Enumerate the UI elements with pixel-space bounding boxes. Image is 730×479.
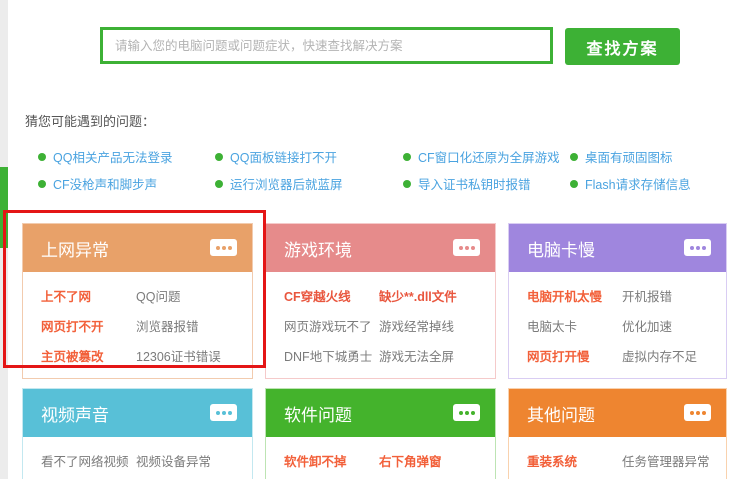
card-item-link[interactable]: 软件卸不掉: [284, 447, 379, 477]
card-item-link[interactable]: 网页打不开: [41, 312, 136, 342]
bullet-icon: [38, 180, 46, 188]
suggest-link-qq-panel[interactable]: QQ面板链接打不开: [215, 147, 337, 166]
card-item-link[interactable]: 视频设备异常: [136, 447, 252, 477]
card-item-link[interactable]: 重装系统: [527, 447, 622, 477]
bullet-icon: [570, 180, 578, 188]
card-title: 游戏环境: [284, 236, 352, 261]
more-ellipsis-icon[interactable]: [684, 239, 711, 256]
card-item-link[interactable]: 任务管理器异常: [622, 447, 726, 477]
card-item-link[interactable]: CF穿越火线: [284, 282, 379, 312]
bullet-icon: [403, 180, 411, 188]
card-header[interactable]: 电脑卡慢: [509, 224, 726, 272]
card-item-list: CF穿越火线 缺少**.dll文件 网页游戏玩不了 游戏经常掉线 DNF地下城勇…: [266, 272, 495, 372]
problem-search-input[interactable]: [100, 27, 553, 64]
card-item-link[interactable]: 优化加速: [622, 312, 726, 342]
card-header[interactable]: 上网异常: [23, 224, 252, 272]
more-ellipsis-icon[interactable]: [453, 239, 480, 256]
suggest-link-label: 运行浏览器后就蓝屏: [230, 174, 343, 193]
card-item-link[interactable]: 游戏经常掉线: [379, 312, 495, 342]
card-header[interactable]: 游戏环境: [266, 224, 495, 272]
card-item-link[interactable]: 主页被篡改: [41, 342, 136, 372]
card-video-audio: 视频声音 看不了网络视频 视频设备异常: [22, 388, 253, 479]
card-item-link[interactable]: 电脑开机太慢: [527, 282, 622, 312]
more-ellipsis-icon[interactable]: [210, 239, 237, 256]
card-item-link[interactable]: 12306证书错误: [136, 342, 252, 372]
bullet-icon: [570, 153, 578, 161]
card-item-list: 看不了网络视频 视频设备异常: [23, 437, 252, 477]
suggest-link-desktop-icon[interactable]: 桌面有顽固图标: [570, 147, 673, 166]
card-title: 电脑卡慢: [527, 236, 595, 261]
card-internet-abnormal: 上网异常 上不了网 QQ问题 网页打不开 浏览器报错 主页被篡改 12306证书…: [22, 223, 253, 379]
suggest-link-label: QQ相关产品无法登录: [53, 147, 172, 166]
suggest-link-label: CF没枪声和脚步声: [53, 174, 157, 193]
suggest-link-label: CF窗口化还原为全屏游戏: [418, 147, 560, 166]
card-item-link[interactable]: 右下角弹窗: [379, 447, 495, 477]
card-item-link[interactable]: 上不了网: [41, 282, 136, 312]
card-item-link[interactable]: 电脑太卡: [527, 312, 622, 342]
suggest-link-cf-window[interactable]: CF窗口化还原为全屏游戏: [403, 147, 560, 166]
card-header[interactable]: 其他问题: [509, 389, 726, 437]
card-item-link[interactable]: 开机报错: [622, 282, 726, 312]
suggest-link-cf-sound[interactable]: CF没枪声和脚步声: [38, 174, 157, 193]
card-item-list: 电脑开机太慢 开机报错 电脑太卡 优化加速 网页打开慢 虚拟内存不足: [509, 272, 726, 372]
card-item-link[interactable]: QQ问题: [136, 282, 252, 312]
suggest-link-label: Flash请求存储信息: [585, 174, 691, 193]
card-item-link[interactable]: 缺少**.dll文件: [379, 282, 495, 312]
bullet-icon: [38, 153, 46, 161]
card-item-link[interactable]: 虚拟内存不足: [622, 342, 726, 372]
suggest-link-flash-storage[interactable]: Flash请求存储信息: [570, 174, 691, 193]
suggest-link-browser-bluescreen[interactable]: 运行浏览器后就蓝屏: [215, 174, 343, 193]
bullet-icon: [215, 153, 223, 161]
card-title: 上网异常: [41, 236, 109, 261]
card-item-list: 重装系统 任务管理器异常: [509, 437, 726, 477]
suggest-link-qq-login[interactable]: QQ相关产品无法登录: [38, 147, 172, 166]
suggest-link-label: 桌面有顽固图标: [585, 147, 673, 166]
card-header[interactable]: 软件问题: [266, 389, 495, 437]
find-solution-button[interactable]: 查找方案: [565, 28, 680, 65]
card-item-list: 上不了网 QQ问题 网页打不开 浏览器报错 主页被篡改 12306证书错误: [23, 272, 252, 372]
card-header[interactable]: 视频声音: [23, 389, 252, 437]
suggest-link-label: QQ面板链接打不开: [230, 147, 337, 166]
card-item-list: 软件卸不掉 右下角弹窗: [266, 437, 495, 477]
card-computer-slow: 电脑卡慢 电脑开机太慢 开机报错 电脑太卡 优化加速 网页打开慢 虚拟内存不足: [508, 223, 727, 379]
left-edge-green-indicator: [0, 167, 8, 248]
card-item-link[interactable]: 看不了网络视频: [41, 447, 136, 477]
card-game-environment: 游戏环境 CF穿越火线 缺少**.dll文件 网页游戏玩不了 游戏经常掉线 DN…: [265, 223, 496, 379]
suggested-problems-title: 猜您可能遇到的问题：: [25, 111, 155, 130]
help-page: 查找方案 猜您可能遇到的问题： QQ相关产品无法登录 QQ面板链接打不开 CF窗…: [0, 0, 730, 479]
bullet-icon: [403, 153, 411, 161]
bullet-icon: [215, 180, 223, 188]
suggest-link-cert-import[interactable]: 导入证书私钥时报错: [403, 174, 531, 193]
card-item-link[interactable]: 网页游戏玩不了: [284, 312, 379, 342]
more-ellipsis-icon[interactable]: [210, 404, 237, 421]
card-software-issues: 软件问题 软件卸不掉 右下角弹窗: [265, 388, 496, 479]
card-item-link[interactable]: 游戏无法全屏: [379, 342, 495, 372]
card-title: 其他问题: [527, 401, 595, 426]
more-ellipsis-icon[interactable]: [453, 404, 480, 421]
card-item-link[interactable]: 网页打开慢: [527, 342, 622, 372]
more-ellipsis-icon[interactable]: [684, 404, 711, 421]
card-item-link[interactable]: DNF地下城勇士: [284, 342, 379, 372]
suggest-link-label: 导入证书私钥时报错: [418, 174, 531, 193]
card-item-link[interactable]: 浏览器报错: [136, 312, 252, 342]
card-other-issues: 其他问题 重装系统 任务管理器异常: [508, 388, 727, 479]
card-title: 视频声音: [41, 401, 109, 426]
card-title: 软件问题: [284, 401, 352, 426]
